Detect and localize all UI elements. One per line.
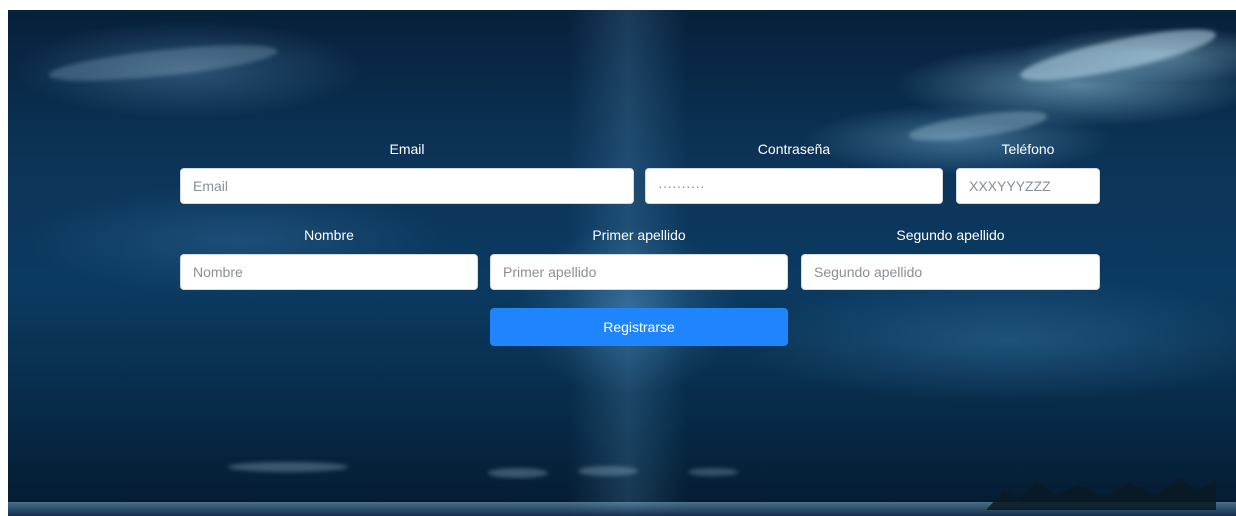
first-surname-label: Primer apellido	[592, 227, 686, 243]
tree-silhouette	[986, 477, 1216, 510]
cloud	[1017, 19, 1219, 91]
register-button[interactable]: Registrarse	[490, 308, 788, 346]
first-surname-input[interactable]	[490, 254, 788, 290]
second-surname-label: Segundo apellido	[896, 227, 1005, 243]
phone-input[interactable]	[956, 168, 1100, 204]
password-input[interactable]	[645, 168, 943, 204]
first-name-label: Nombre	[304, 227, 354, 243]
email-input[interactable]	[180, 168, 634, 204]
cloud	[578, 466, 638, 476]
cloud	[47, 38, 279, 88]
cloud	[688, 468, 738, 476]
first-name-input[interactable]	[180, 254, 478, 290]
cloud	[488, 468, 548, 478]
phone-label: Teléfono	[1001, 141, 1055, 157]
password-label: Contraseña	[757, 141, 831, 157]
second-surname-input[interactable]	[801, 254, 1100, 290]
cloud	[228, 462, 348, 472]
email-label: Email	[389, 141, 425, 157]
